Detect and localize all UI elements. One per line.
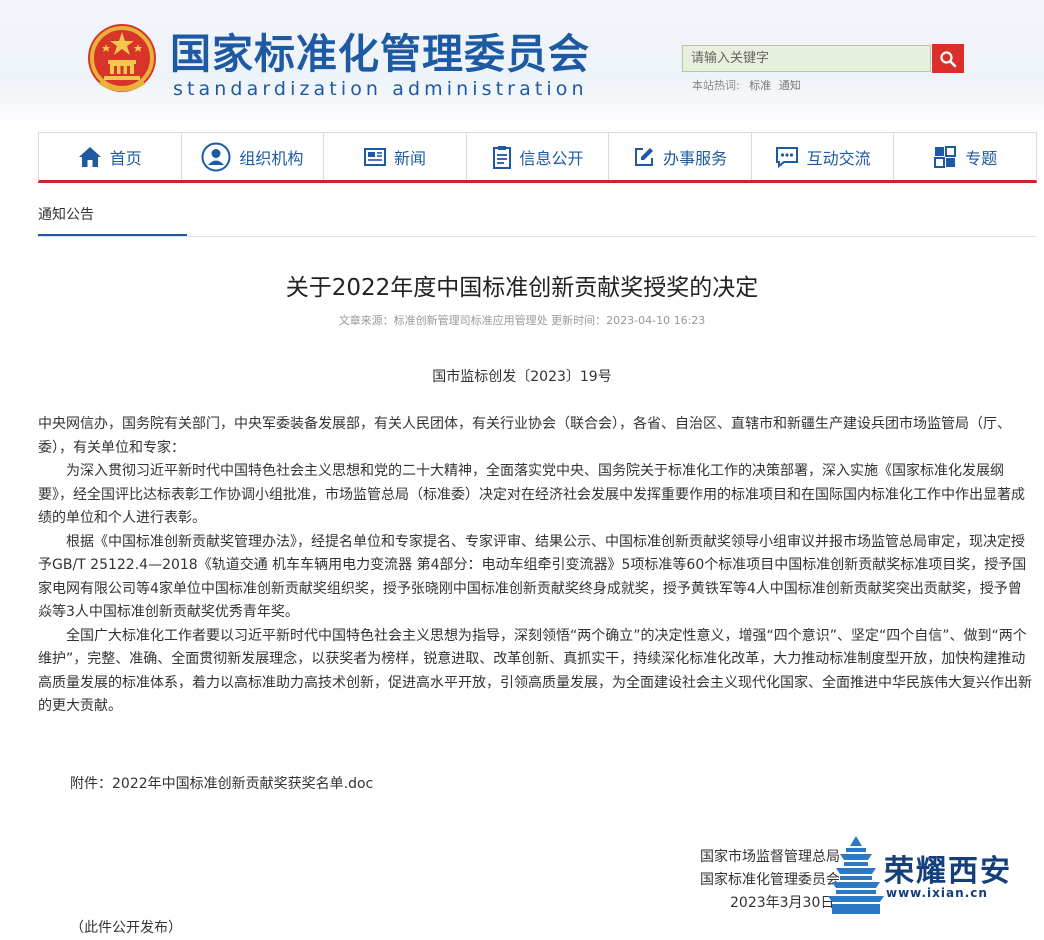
main-nav: 首页 组织机构 新闻 信息公开 办事服务 互动交流 专题 — [38, 132, 1037, 183]
nav-item-home[interactable]: 首页 — [39, 133, 182, 180]
article-body: 中央网信办，国务院有关部门，中央军委装备发展部，有关人民团体，有关行业协会（联合… — [38, 413, 1033, 719]
site-title: 国家标准化管理委员会 — [170, 30, 590, 78]
nav-item-organization[interactable]: 组织机构 — [182, 133, 325, 180]
search-icon — [940, 50, 957, 67]
signature-block: 国家市场监督管理总局 国家标准化管理委员会 2023年3月30日 — [700, 846, 840, 915]
nav-item-topics[interactable]: 专题 — [894, 133, 1036, 180]
site-subtitle: standardization administration — [173, 78, 588, 100]
nav-item-label: 专题 — [965, 148, 998, 168]
signer: 国家市场监督管理总局 — [700, 849, 840, 865]
user-icon — [201, 142, 231, 171]
chat-icon — [775, 146, 798, 168]
newspaper-icon — [363, 147, 386, 166]
hot-word-link[interactable]: 标准 — [749, 79, 771, 92]
paragraph: 根据《中国标准创新贡献奖管理办法》，经提名单位和专家提名、专家评审、结果公示、中… — [38, 533, 1027, 621]
site-header: 国家标准化管理委员会 standardization administratio… — [0, 0, 1044, 130]
publish-note: （此件公开发布） — [70, 920, 182, 936]
breadcrumb[interactable]: 通知公告 — [38, 205, 187, 236]
addressee: 中央网信办，国务院有关部门，中央军委装备发展部，有关人民团体，有关行业协会（联合… — [38, 416, 1011, 456]
hot-words-label: 本站热词: — [692, 79, 740, 92]
search-input[interactable] — [682, 45, 931, 72]
nav-item-interaction[interactable]: 互动交流 — [752, 133, 895, 180]
clipboard-icon — [492, 145, 511, 169]
document-date: 2023年3月30日 — [730, 895, 835, 911]
nav-item-label: 信息公开 — [519, 148, 584, 168]
paragraph: 全国广大标准化工作者要以习近平新时代中国特色社会主义思想为指导，深刻领悟“两个确… — [38, 627, 1032, 715]
signer: 国家标准化管理委员会 — [700, 872, 840, 888]
watermark-text: 荣耀西安 — [884, 854, 1012, 889]
nav-item-label: 组织机构 — [239, 148, 304, 168]
page-title: 关于2022年度中国标准创新贡献奖授奖的决定 — [285, 275, 759, 301]
article-meta: 文章来源：标准创新管理司标准应用管理处 更新时间：2023-04-10 16:2… — [338, 314, 706, 327]
nav-item-news[interactable]: 新闻 — [324, 133, 467, 180]
nav-item-label: 办事服务 — [663, 148, 728, 168]
nav-item-services[interactable]: 办事服务 — [609, 133, 752, 180]
paragraph: 为深入贯彻习近平新时代中国特色社会主义思想和党的二十大精神，全面落实党中央、国务… — [38, 463, 1025, 526]
hot-words: 本站热词: 标准 通知 — [692, 77, 805, 93]
edit-icon — [635, 147, 654, 166]
divider — [38, 236, 1037, 237]
watermark-url: www.ixian.cn — [886, 886, 988, 900]
national-emblem-icon — [88, 24, 156, 92]
search-button[interactable] — [932, 44, 964, 73]
document-number: 国市监标创发〔2023〕19号 — [432, 369, 612, 385]
home-icon — [78, 146, 101, 167]
nav-item-label: 首页 — [109, 148, 142, 168]
nav-item-label: 新闻 — [393, 148, 426, 168]
hot-word-link[interactable]: 通知 — [779, 79, 801, 92]
nav-item-info-disclosure[interactable]: 信息公开 — [467, 133, 610, 180]
topics-icon — [934, 145, 957, 168]
nav-item-label: 互动交流 — [806, 148, 871, 168]
attachment-link[interactable]: 附件：2022年中国标准创新贡献奖获奖名单.doc — [70, 774, 373, 794]
